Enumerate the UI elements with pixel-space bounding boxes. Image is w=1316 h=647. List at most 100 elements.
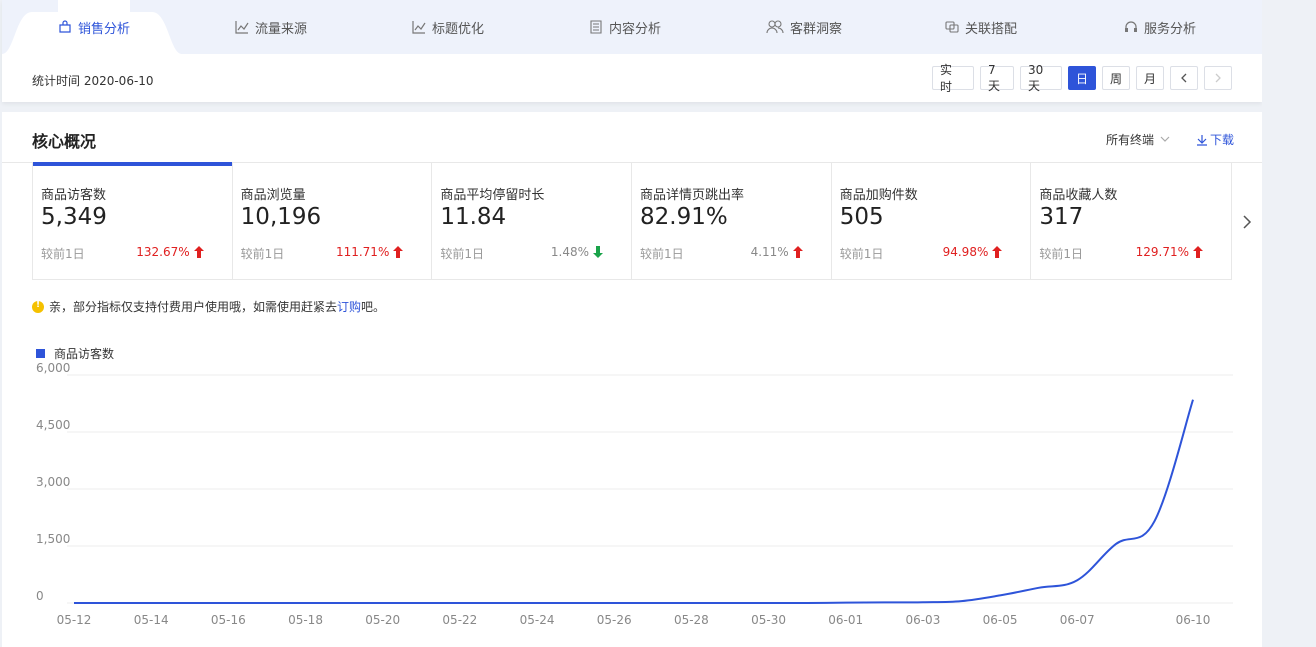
metric-label: 商品访客数	[41, 188, 107, 203]
trend-icon	[235, 20, 251, 34]
metric-value: 505	[839, 204, 884, 230]
x-tick-label: 05-18	[288, 613, 323, 627]
metric-value: 11.84	[440, 204, 507, 230]
visitors-line-chart: 0 1,500 3,000 4,500 6,000 05-12 05-14 05-16 05-1…	[36, 362, 1233, 627]
page-gutter	[1262, 0, 1316, 647]
tab-label: 内容分析	[609, 21, 662, 37]
x-tick-label: 06-05	[983, 613, 1018, 627]
y-tick-label: 0	[36, 589, 44, 603]
metric-value: 82.91%	[640, 204, 728, 230]
top-panel: 销售分析 流量来源 标题优化 内容分析 客群洞察 关联搭配 服务分析 统计时间 …	[2, 0, 1262, 102]
subscribe-link[interactable]: 订购	[337, 298, 361, 315]
metric-compare-label: 较前1日	[1039, 247, 1083, 261]
tab-bar: 销售分析 流量来源 标题优化 内容分析 客群洞察 关联搭配 服务分析	[2, 0, 1262, 54]
metric-label: 商品浏览量	[240, 188, 306, 203]
tab-related-match[interactable]: 关联搭配	[945, 0, 1017, 54]
metric-compare-label: 较前1日	[640, 247, 684, 261]
notice-suffix: 吧。	[361, 300, 386, 314]
headset-icon	[1124, 20, 1140, 34]
metric-label: 商品平均停留时长	[440, 188, 545, 203]
chevron-down-icon	[1160, 136, 1170, 142]
chart-legend[interactable]: 商品访客数	[36, 345, 114, 362]
tab-label: 流量来源	[255, 21, 308, 37]
arrow-up-icon	[193, 246, 204, 258]
tab-audience-insight[interactable]: 客群洞察	[766, 0, 842, 54]
tab-label: 服务分析	[1144, 21, 1197, 37]
download-icon	[1197, 134, 1207, 146]
metric-change: 94.98%	[942, 245, 989, 259]
tab-label: 标题优化	[432, 21, 485, 37]
tab-label: 关联搭配	[965, 21, 1018, 37]
stat-time: 统计时间 2020-06-10	[32, 74, 154, 88]
terminal-filter[interactable]: 所有终端	[1106, 131, 1170, 148]
chevron-left-icon	[1181, 73, 1187, 83]
week-button[interactable]: 周	[1102, 66, 1130, 90]
document-icon	[589, 20, 605, 34]
legend-label: 商品访客数	[54, 347, 115, 361]
x-tick-label: 05-16	[211, 613, 246, 627]
tab-traffic-source[interactable]: 流量来源	[235, 0, 307, 54]
metric-value: 317	[1039, 204, 1084, 230]
tab-label: 客群洞察	[790, 21, 843, 37]
metric-card-visitors[interactable]: 商品访客数 5,349 较前1日 132.67%	[33, 162, 233, 279]
tab-sales-analysis[interactable]: 销售分析	[58, 0, 131, 54]
y-tick-label: 4,500	[36, 418, 70, 432]
x-tick-label: 05-22	[442, 613, 477, 627]
metric-compare-label: 较前1日	[240, 247, 285, 261]
x-tick-label: 05-12	[57, 613, 92, 627]
legend-swatch	[36, 349, 45, 358]
terminal-filter-label: 所有终端	[1106, 133, 1155, 147]
7day-button[interactable]: 7天	[980, 63, 1014, 93]
arrow-up-icon	[1193, 246, 1204, 258]
metric-card-favorites[interactable]: 商品收藏人数 317 较前1日 129.71%	[1031, 162, 1231, 279]
chevron-right-icon[interactable]	[1240, 212, 1254, 232]
users-icon	[766, 20, 786, 34]
metric-change: 111.71%	[335, 245, 390, 259]
bag-icon	[58, 20, 74, 34]
tab-label: 销售分析	[78, 21, 131, 37]
month-button[interactable]: 月	[1136, 66, 1164, 90]
tab-service-analysis[interactable]: 服务分析	[1124, 0, 1196, 54]
30day-button[interactable]: 30天	[1020, 63, 1062, 93]
metric-label: 商品详情页跳出率	[640, 188, 745, 203]
metric-change: 1.48%	[550, 245, 590, 259]
x-tick-label: 06-03	[905, 613, 940, 627]
notice: 亲，部分指标仅支持付费用户使用哦，如需使用赶紧去 订购 吧。	[32, 298, 385, 315]
y-tick-label: 6,000	[36, 362, 70, 375]
metric-change: 129.71%	[1135, 245, 1190, 259]
warning-icon	[32, 300, 44, 313]
day-button[interactable]: 日	[1068, 66, 1096, 90]
x-tick-label: 06-01	[828, 613, 863, 627]
trend-icon	[412, 20, 428, 34]
tab-title-optimization[interactable]: 标题优化	[412, 0, 484, 54]
section-title: 核心概况	[32, 132, 97, 151]
x-tick-label: 05-28	[674, 613, 709, 627]
x-tick-label: 05-30	[751, 613, 786, 627]
next-date-button[interactable]	[1204, 66, 1232, 90]
x-tick-label: 06-07	[1060, 613, 1095, 627]
x-tick-label: 06-10	[1176, 613, 1211, 627]
metric-card-add-cart[interactable]: 商品加购件数 505 较前1日 94.98%	[832, 162, 1032, 279]
metric-card-bounce-rate[interactable]: 商品详情页跳出率 82.91% 较前1日 4.11%	[632, 162, 832, 279]
x-tick-label: 05-24	[520, 613, 555, 627]
x-tick-label: 05-26	[597, 613, 632, 627]
download-button[interactable]: 下载	[1196, 131, 1234, 148]
notice-text: 亲，部分指标仅支持付费用户使用哦，如需使用赶紧去	[49, 300, 338, 314]
metric-card-pageviews[interactable]: 商品浏览量 10,196 较前1日 111.71%	[233, 162, 433, 279]
metric-compare-label: 较前1日	[440, 247, 484, 261]
metric-value: 5,349	[41, 204, 107, 230]
realtime-button[interactable]: 实 时	[932, 63, 974, 94]
chevron-right-icon	[1215, 73, 1221, 83]
x-tick-label: 05-14	[134, 613, 169, 627]
metric-compare-label: 较前1日	[839, 247, 884, 261]
tab-content-analysis[interactable]: 内容分析	[589, 0, 661, 54]
y-tick-label: 1,500	[36, 532, 70, 546]
link-icon	[945, 20, 961, 34]
metric-change: 4.11%	[750, 245, 789, 259]
arrow-up-icon	[792, 246, 803, 258]
x-tick-label: 05-20	[365, 613, 400, 627]
metric-card-avg-stay[interactable]: 商品平均停留时长 11.84 较前1日 1.48%	[432, 162, 633, 279]
arrow-down-icon	[593, 246, 604, 258]
metric-label: 商品收藏人数	[1039, 188, 1118, 203]
prev-date-button[interactable]	[1170, 66, 1198, 90]
